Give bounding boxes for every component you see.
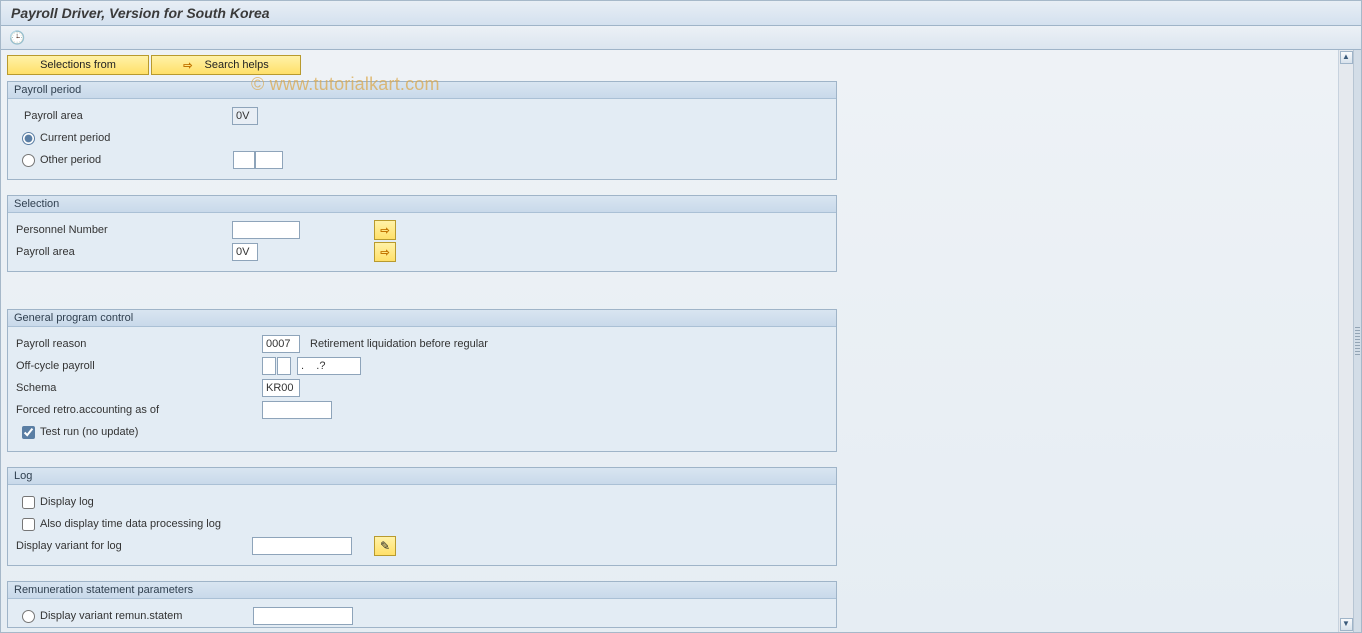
offcycle-field-1[interactable] bbox=[262, 357, 276, 375]
arrow-right-icon: ⇨ bbox=[380, 224, 389, 237]
other-period-radio[interactable] bbox=[22, 154, 35, 167]
sel-payroll-area-label: Payroll area bbox=[16, 246, 226, 258]
personnel-number-label: Personnel Number bbox=[16, 224, 226, 236]
offcycle-label: Off-cycle payroll bbox=[16, 360, 256, 372]
app-window: Payroll Driver, Version for South Korea … bbox=[0, 0, 1362, 633]
payroll-area-label: Payroll area bbox=[16, 110, 226, 122]
arrow-right-icon: ⇨ bbox=[380, 246, 389, 259]
right-drag-handle[interactable] bbox=[1353, 50, 1361, 632]
display-log-checkbox[interactable] bbox=[22, 496, 35, 509]
offcycle-field-2[interactable] bbox=[277, 357, 291, 375]
current-period-label: Current period bbox=[40, 132, 110, 144]
payroll-reason-desc: Retirement liquidation before regular bbox=[310, 338, 488, 350]
selections-from-button[interactable]: Selections from bbox=[7, 55, 149, 75]
test-run-checkbox[interactable] bbox=[22, 426, 35, 439]
payroll-reason-field[interactable] bbox=[262, 335, 300, 353]
offcycle-date-field[interactable] bbox=[297, 357, 361, 375]
payroll-area-field bbox=[232, 107, 258, 125]
test-run-label: Test run (no update) bbox=[40, 426, 138, 438]
selections-from-label: Selections from bbox=[40, 59, 116, 71]
group-legend: Selection bbox=[8, 196, 836, 213]
forced-retro-field[interactable] bbox=[262, 401, 332, 419]
schema-field[interactable] bbox=[262, 379, 300, 397]
page-title: Payroll Driver, Version for South Korea bbox=[1, 1, 1361, 26]
display-variant-remun-radio[interactable] bbox=[22, 610, 35, 623]
display-log-label: Display log bbox=[40, 496, 94, 508]
scroll-up-icon[interactable]: ▲ bbox=[1340, 51, 1353, 64]
mini-toolbar: 🕒 bbox=[1, 26, 1361, 50]
group-legend: General program control bbox=[8, 310, 836, 327]
log-variant-label: Display variant for log bbox=[16, 540, 246, 552]
search-helps-label: Search helps bbox=[205, 59, 269, 71]
group-legend: Log bbox=[8, 468, 836, 485]
group-selection: Selection Personnel Number ⇨ Payroll are… bbox=[7, 195, 837, 272]
group-remuneration: Remuneration statement parameters Displa… bbox=[7, 581, 837, 628]
display-variant-remun-field[interactable] bbox=[253, 607, 353, 625]
search-helps-button[interactable]: ⇨ Search helps bbox=[151, 55, 301, 75]
pencil-icon: ✎ bbox=[380, 539, 390, 553]
page-title-text: Payroll Driver, Version for South Korea bbox=[11, 5, 270, 21]
display-variant-remun-label: Display variant remun.statem bbox=[40, 610, 253, 622]
scroll-down-icon[interactable]: ▼ bbox=[1340, 618, 1353, 631]
log-variant-field[interactable] bbox=[252, 537, 352, 555]
selection-buttons: Selections from ⇨ Search helps bbox=[7, 55, 1338, 75]
group-log: Log Display log Also display time data p… bbox=[7, 467, 837, 566]
arrow-right-icon: ⇨ bbox=[183, 59, 192, 72]
sel-payroll-area-field[interactable] bbox=[232, 243, 258, 261]
group-payroll-period: Payroll period Payroll area Current peri… bbox=[7, 81, 837, 180]
other-period-field-2[interactable] bbox=[255, 151, 283, 169]
execute-icon[interactable]: 🕒 bbox=[9, 30, 25, 46]
group-legend: Remuneration statement parameters bbox=[8, 582, 836, 599]
personnel-number-field[interactable] bbox=[232, 221, 300, 239]
current-period-radio[interactable] bbox=[22, 132, 35, 145]
personnel-number-multi-button[interactable]: ⇨ bbox=[374, 220, 396, 240]
payroll-reason-label: Payroll reason bbox=[16, 338, 256, 350]
also-time-log-checkbox[interactable] bbox=[22, 518, 35, 531]
content-area: © www.tutorialkart.com Selections from ⇨… bbox=[1, 50, 1338, 632]
forced-retro-label: Forced retro.accounting as of bbox=[16, 404, 256, 416]
payroll-area-multi-button[interactable]: ⇨ bbox=[374, 242, 396, 262]
also-time-log-label: Also display time data processing log bbox=[40, 518, 221, 530]
other-period-field-1[interactable] bbox=[233, 151, 255, 169]
group-legend: Payroll period bbox=[8, 82, 836, 99]
other-period-label: Other period bbox=[40, 154, 233, 166]
schema-label: Schema bbox=[16, 382, 256, 394]
log-variant-edit-button[interactable]: ✎ bbox=[374, 536, 396, 556]
vertical-scrollbar[interactable]: ▲ ▼ bbox=[1338, 50, 1353, 632]
group-general-program-control: General program control Payroll reason R… bbox=[7, 309, 837, 452]
